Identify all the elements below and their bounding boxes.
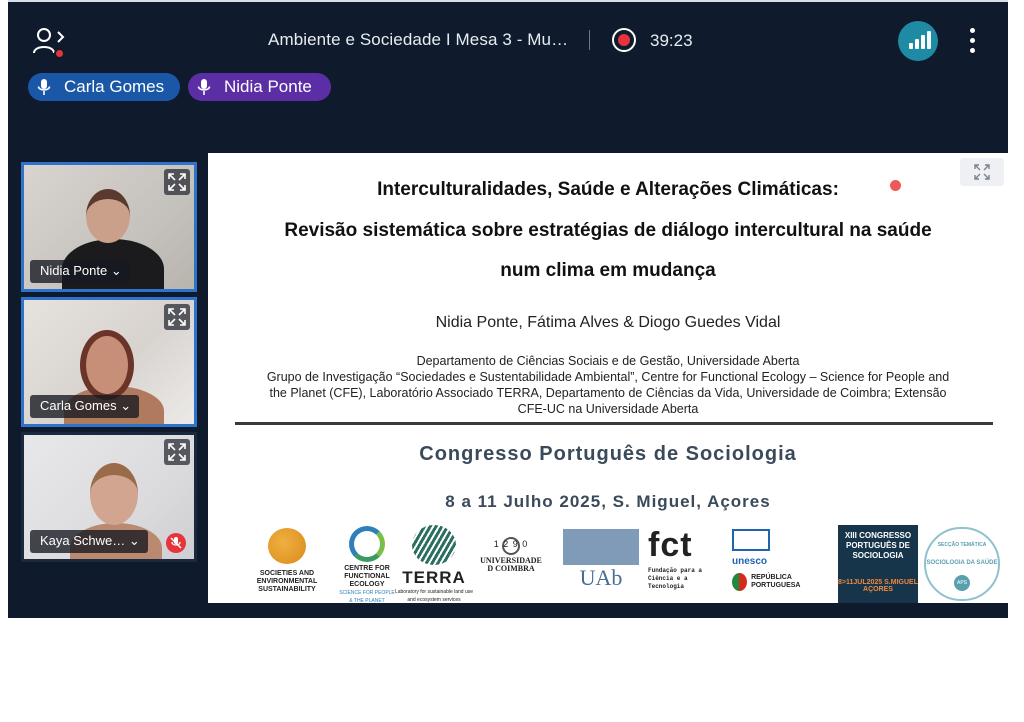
meeting-title: Ambiente e Sociedade I Mesa 3 - Mu… [268, 30, 569, 49]
person-head [80, 330, 134, 400]
uab-label: UAb [579, 565, 623, 590]
person-head [90, 463, 138, 525]
connection-quality-button[interactable] [898, 21, 938, 61]
expand-icon [168, 308, 186, 326]
congress-badge: XIII CONGRESSO PORTUGUÊS DE SOCIOLOGIA 8… [838, 525, 918, 603]
more-dot-3 [970, 48, 975, 53]
congress-dates: 8 a 11 Julho 2025, S. Miguel, Açores [445, 492, 771, 511]
uab-logo: UAb [560, 529, 642, 591]
affiliation-line-1: Departamento de Ciências Sociais e de Ge… [416, 354, 800, 368]
shared-slide: Interculturalidades, Saúde e Alterações … [208, 153, 1008, 603]
sesust-emblem [268, 528, 306, 564]
seccao-logo: SECÇÃO TEMÁTICA SOCIOLOGIA DA SAÚDE APS [924, 527, 1000, 601]
unesco-temple [732, 529, 770, 551]
terra-sub: Laboratory for sustainable land use and … [394, 589, 474, 603]
mic-icon [37, 79, 51, 95]
republica-emblem [732, 573, 748, 591]
cfe-logo: CENTRE FOR FUNCTIONAL ECOLOGY SCIENCE FO… [338, 526, 396, 603]
terra-emblem [412, 525, 456, 565]
expand-icon [168, 173, 186, 191]
congress-badge-label: XIII CONGRESSO PORTUGUÊS DE SOCIOLOGIA [844, 531, 912, 560]
more-dot-2 [970, 38, 975, 43]
fct-label: fct [648, 526, 693, 564]
cfe-label: CENTRE FOR FUNCTIONAL ECOLOGY [344, 565, 390, 588]
coimbra-year: 1 2 9 0 [493, 539, 529, 549]
record-icon [612, 28, 636, 52]
terra-logo: TERRA Laboratory for sustainable land us… [392, 525, 476, 603]
slide-title-line-2: Revisão sistemática sobre estratégias de… [284, 220, 932, 241]
tile-name-label: Nidia Ponte ⌄ [30, 260, 130, 283]
video-tile-kaya[interactable]: Kaya Schwe… ⌄ [21, 432, 197, 562]
signal-bars-icon [909, 43, 913, 49]
mic-icon [197, 79, 211, 95]
video-tile-nidia[interactable]: Nidia Ponte ⌄ [21, 162, 197, 292]
signal-bar-3 [921, 35, 925, 49]
uab-block [563, 529, 639, 565]
speaker-chip-carla[interactable]: Carla Gomes [28, 73, 180, 101]
mic-muted-icon [166, 533, 186, 553]
signal-bar-4 [927, 31, 931, 49]
unesco-logo: unesco REPÚBLICA PORTUGUESA [732, 529, 828, 591]
expand-icon [168, 443, 186, 461]
top-border [8, 0, 1008, 2]
affiliation-line-4: CFE-UC na Universidade Aberta [517, 402, 699, 416]
more-vertical-icon [970, 28, 975, 33]
aps-badge: APS [954, 575, 970, 591]
coimbra-logo: 1 2 9 0 UNIVERSIDADE D COIMBRA [478, 537, 544, 573]
pointer-dot [890, 180, 901, 191]
expand-tile-button[interactable] [164, 304, 190, 330]
republica-label: REPÚBLICA PORTUGUESA [751, 574, 801, 589]
tile-name-label: Carla Gomes ⌄ [30, 395, 140, 418]
more-options-button[interactable] [964, 26, 980, 56]
expand-tile-button[interactable] [164, 439, 190, 465]
speaker-chip-label: Nidia Ponte [224, 77, 312, 96]
affiliation-line-3: the Planet (CFE), Laboratório Associado … [269, 386, 947, 400]
speaker-chip-label: Carla Gomes [64, 77, 165, 96]
speaker-chip-nidia[interactable]: Nidia Ponte [188, 73, 331, 101]
slide-title-line-3: num clima em mudança [500, 260, 716, 281]
seccao-label: SECÇÃO TEMÁTICA [937, 542, 987, 548]
recording-time: 39:23 [650, 31, 693, 50]
unesco-label: unesco [732, 556, 768, 567]
sesust-logo: SOCIETIES AND ENVIRONMENTAL SUSTAINABILI… [242, 528, 332, 594]
signal-bar-2 [915, 39, 919, 49]
sesust-label: SOCIETIES AND ENVIRONMENTAL SUSTAINABILI… [256, 570, 318, 593]
expand-tile-button[interactable] [164, 169, 190, 195]
cfe-sub: SCIENCE FOR PEOPLE & THE PLANET [339, 590, 395, 603]
affiliation-line-2: Grupo de Investigação “Sociedades e Sust… [266, 370, 950, 384]
sponsor-logos: SOCIETIES AND ENVIRONMENTAL SUSTAINABILI… [208, 525, 1008, 603]
congress-badge-dates: 8>11JUL2025 S.MIGUEL AÇORES [838, 579, 918, 593]
seccao-name: SOCIOLOGIA DA SAÚDE [926, 560, 998, 566]
slide-title-line-1: Interculturalidades, Saúde e Alterações … [377, 179, 839, 200]
meeting-window: Ambiente e Sociedade I Mesa 3 - Mu… 39:2… [8, 0, 1008, 618]
person-head [86, 189, 130, 243]
republica-logo: REPÚBLICA PORTUGUESA [732, 573, 828, 591]
title-separator [589, 30, 590, 50]
video-tile-carla[interactable]: Carla Gomes ⌄ [21, 297, 197, 427]
participants-button[interactable] [32, 26, 66, 59]
cfe-emblem [349, 526, 385, 562]
slide-authors: Nidia Ponte, Fátima Alves & Diogo Guedes… [435, 314, 781, 331]
fct-sub: Fundação para a Ciência e a Tecnologia [648, 567, 703, 590]
congress-name: Congresso Português de Sociologia [419, 443, 797, 465]
coimbra-label: UNIVERSIDADE D COIMBRA [480, 556, 542, 573]
fct-logo: fct Fundação para a Ciência e a Tecnolog… [648, 527, 718, 591]
notification-dot [54, 48, 65, 59]
slide-divider [235, 422, 993, 425]
terra-label: TERRA [402, 568, 466, 587]
tile-name-label: Kaya Schwe… ⌄ [30, 530, 148, 553]
